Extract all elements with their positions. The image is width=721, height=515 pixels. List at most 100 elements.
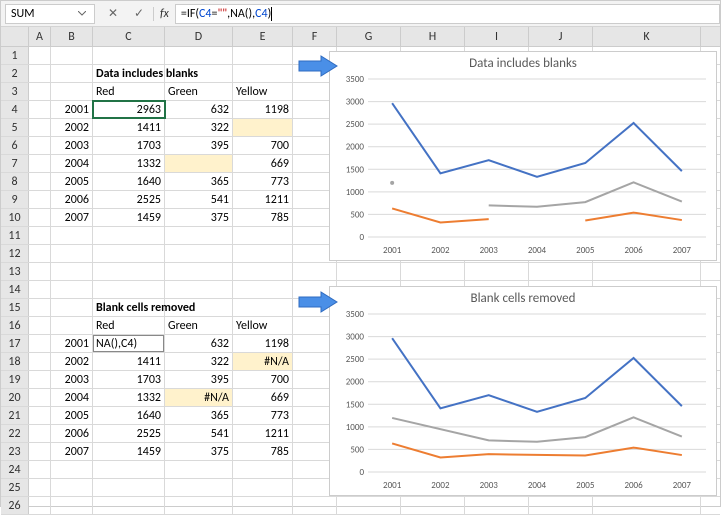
cell[interactable]: 2002 <box>51 353 93 370</box>
cell[interactable]: 773 <box>233 407 293 424</box>
cell[interactable]: 2006 <box>51 425 93 442</box>
cell[interactable]: 1198 <box>233 101 293 118</box>
cell[interactable] <box>165 479 233 496</box>
cell[interactable]: 2004 <box>51 155 93 172</box>
row-header[interactable]: 17 <box>1 335 29 352</box>
fx-icon[interactable]: fx <box>153 7 175 21</box>
cell[interactable]: Red <box>93 317 165 334</box>
col-header[interactable]: C <box>93 27 165 46</box>
row-header[interactable]: 23 <box>1 443 29 460</box>
col-header[interactable]: D <box>165 27 233 46</box>
col-header[interactable]: K <box>593 27 701 46</box>
cell[interactable] <box>233 497 293 514</box>
cell[interactable]: 395 <box>165 137 233 154</box>
cell[interactable] <box>51 47 93 64</box>
cell[interactable]: #N/A <box>233 353 293 370</box>
cell[interactable]: 541 <box>165 425 233 442</box>
cell[interactable]: Data includes blanks <box>93 65 165 82</box>
row-header[interactable]: 10 <box>1 209 29 226</box>
cell[interactable] <box>29 263 51 280</box>
cell[interactable] <box>51 317 93 334</box>
cell[interactable] <box>233 245 293 262</box>
cell[interactable] <box>165 65 233 82</box>
row-header[interactable]: 25 <box>1 479 29 496</box>
cell[interactable] <box>29 137 51 154</box>
cell[interactable]: 1703 <box>93 371 165 388</box>
cell[interactable] <box>165 497 233 514</box>
row-header[interactable]: 6 <box>1 137 29 154</box>
cell[interactable]: 2525 <box>93 191 165 208</box>
cell[interactable] <box>165 227 233 244</box>
cell[interactable] <box>93 263 165 280</box>
cell[interactable] <box>93 479 165 496</box>
chart-data-includes-blanks[interactable]: Data includes blanks 0500100015002000250… <box>329 51 717 261</box>
cell[interactable] <box>29 173 51 190</box>
row-header[interactable]: 16 <box>1 317 29 334</box>
cell[interactable] <box>29 443 51 460</box>
select-all-corner[interactable] <box>1 27 29 46</box>
cell[interactable] <box>293 497 337 514</box>
cell[interactable] <box>29 191 51 208</box>
cell[interactable] <box>51 245 93 262</box>
cell[interactable]: 1411 <box>93 119 165 136</box>
cell[interactable] <box>51 281 93 298</box>
cell[interactable] <box>165 461 233 478</box>
cell[interactable]: 785 <box>233 209 293 226</box>
cell[interactable] <box>233 47 293 64</box>
cell[interactable]: 2525 <box>93 425 165 442</box>
cell[interactable]: Green <box>165 83 233 100</box>
cell[interactable]: 632 <box>165 335 233 352</box>
cell[interactable] <box>401 263 465 280</box>
cell[interactable]: 1640 <box>93 407 165 424</box>
cell[interactable]: #N/A <box>165 389 233 406</box>
row-header[interactable]: 3 <box>1 83 29 100</box>
cancel-icon[interactable]: ✕ <box>105 6 121 21</box>
cell[interactable]: 1332 <box>93 155 165 172</box>
cell[interactable]: 2005 <box>51 173 93 190</box>
cell[interactable]: 1703 <box>93 137 165 154</box>
cell[interactable]: 1411 <box>93 353 165 370</box>
cell[interactable]: 2007 <box>51 443 93 460</box>
row-header[interactable]: 15 <box>1 299 29 316</box>
cell[interactable] <box>529 263 593 280</box>
cell[interactable] <box>29 335 51 352</box>
col-header[interactable]: G <box>337 27 401 46</box>
cell[interactable] <box>233 461 293 478</box>
cell[interactable] <box>29 83 51 100</box>
cell[interactable] <box>29 47 51 64</box>
name-box[interactable]: SUM <box>5 4 95 24</box>
cell[interactable] <box>29 371 51 388</box>
cell[interactable] <box>29 479 51 496</box>
row-header[interactable]: 5 <box>1 119 29 136</box>
col-header[interactable]: E <box>233 27 293 46</box>
cell[interactable]: 2006 <box>51 191 93 208</box>
cell[interactable] <box>93 245 165 262</box>
cell[interactable]: 2001 <box>51 101 93 118</box>
cell[interactable] <box>465 263 529 280</box>
cell[interactable] <box>165 263 233 280</box>
col-header[interactable]: A <box>29 27 51 46</box>
col-header[interactable]: B <box>51 27 93 46</box>
cell[interactable] <box>93 47 165 64</box>
cell[interactable] <box>51 263 93 280</box>
cell[interactable]: 1198 <box>233 335 293 352</box>
cell[interactable] <box>593 497 701 514</box>
cell[interactable]: 2003 <box>51 137 93 154</box>
cell[interactable] <box>93 227 165 244</box>
row-header[interactable]: 19 <box>1 371 29 388</box>
cell[interactable] <box>93 497 165 514</box>
row-header[interactable]: 14 <box>1 281 29 298</box>
cell[interactable]: 1459 <box>93 209 165 226</box>
cell[interactable] <box>29 497 51 514</box>
cell[interactable]: 669 <box>233 155 293 172</box>
cell[interactable] <box>337 263 401 280</box>
cell[interactable]: 1459 <box>93 443 165 460</box>
row-header[interactable]: 9 <box>1 191 29 208</box>
row-header[interactable]: 8 <box>1 173 29 190</box>
cell[interactable]: 669 <box>233 389 293 406</box>
cell[interactable]: 365 <box>165 173 233 190</box>
cell[interactable] <box>51 479 93 496</box>
cell[interactable] <box>233 479 293 496</box>
cell[interactable] <box>529 497 593 514</box>
cell[interactable]: 2005 <box>51 407 93 424</box>
